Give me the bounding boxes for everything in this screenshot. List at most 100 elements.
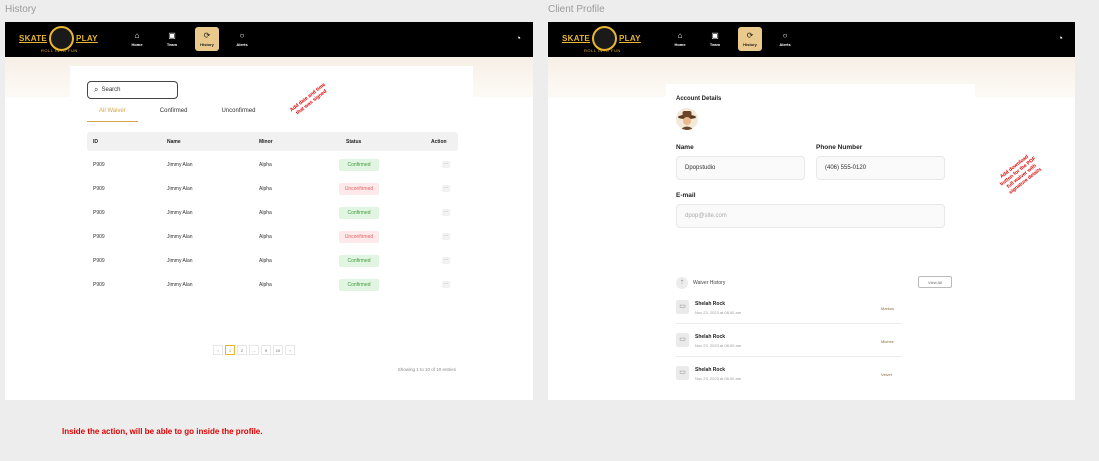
history-icon: ⟳ (746, 31, 754, 40)
history-status: Markus (881, 306, 895, 311)
row-name: Jimmy Alan (167, 210, 193, 216)
pagination-ellipsis: ... (249, 345, 259, 355)
status-badge: Unconfirmed (339, 231, 379, 243)
status-badge: Confirmed (339, 255, 379, 267)
pagination-page-10[interactable]: 10 (273, 345, 283, 355)
list-item[interactable]: ▭ Shelah Rock Nov 23, 2023 at 08.00 am M… (676, 298, 902, 324)
nav-alerts[interactable]: ○ Alerts (230, 27, 254, 51)
status-badge: Confirmed (339, 159, 379, 171)
history-date: Nov 23, 2023 at 08.00 am (695, 376, 742, 381)
brand-word-left: SKATE (562, 34, 591, 43)
brand-word-right: PLAY (76, 34, 98, 43)
brand-logo[interactable]: SKATE PLAY ROLL INTO FUN (19, 26, 101, 53)
history-name: Shelah Rock (695, 334, 726, 340)
entries-count: Showing 1 to 10 of 10 entries (397, 367, 456, 372)
column-name: Name (167, 139, 181, 145)
search-input[interactable]: ⌕ Search (87, 81, 178, 99)
home-icon: ⌂ (677, 31, 683, 40)
nav-alerts[interactable]: ○ Alerts (773, 27, 797, 51)
nav-history[interactable]: ⟳ History (738, 27, 762, 51)
status-badge: Confirmed (339, 279, 379, 291)
brand-tagline: ROLL INTO FUN (41, 48, 78, 53)
nav-home[interactable]: ⌂ Home (125, 27, 149, 51)
name-label: Name (676, 144, 694, 151)
history-frame: SKATE PLAY ROLL INTO FUN ⌂ Home ▣ Team ⟳ Hi… (5, 22, 533, 400)
table-row: P909 Jimmy Alan Alpha Confirmed ··· (87, 255, 458, 267)
pagination-page-1[interactable]: 1 (225, 345, 235, 355)
history-status: Velvet (881, 372, 892, 377)
row-id: P909 (93, 258, 105, 264)
date-time-annotation: Add date and time that was signed (288, 81, 329, 117)
team-icon: ▣ (711, 31, 719, 40)
main-nav: ⌂ Home ▣ Team ⟳ History ○ Alerts (668, 27, 808, 51)
row-action-button[interactable]: ··· (442, 233, 450, 240)
nav-history[interactable]: ⟳ History (195, 27, 219, 51)
pagination-next-button[interactable]: › (285, 345, 295, 355)
team-icon: ▣ (168, 31, 176, 40)
row-action-button[interactable]: ··· (442, 161, 450, 168)
table-row: P909 Jimmy Alan Alpha Unconfirmed ··· (87, 231, 458, 243)
waiver-history-title: Waiver History (693, 280, 726, 286)
cowboy-avatar-icon (678, 111, 696, 130)
row-id: P909 (93, 282, 105, 288)
alerts-icon: ○ (239, 31, 245, 40)
download-pdf-annotation: Add download button for the PDF full wai… (998, 153, 1043, 196)
row-name: Jimmy Alan (167, 258, 193, 264)
row-minor: Alpha (259, 186, 272, 192)
home-icon: ⌂ (134, 31, 140, 40)
history-date: Nov 23, 2023 at 08.00 am (695, 310, 742, 315)
nav-home[interactable]: ⌂ Home (668, 27, 692, 51)
phone-field[interactable]: (406) 555-0120 (816, 156, 945, 180)
row-id: P909 (93, 210, 105, 216)
document-icon: ▭ (676, 366, 689, 380)
search-placeholder: Search (101, 87, 121, 93)
avatar (676, 108, 698, 130)
table-row: P909 Jimmy Alan Alpha Confirmed ··· (87, 207, 458, 219)
list-item[interactable]: ▭ Shelah Rock Nov 23, 2023 at 08.00 am V… (676, 364, 902, 390)
phone-label: Phone Number (816, 144, 863, 151)
brand-word-left: SKATE (19, 34, 48, 43)
row-id: P909 (93, 162, 105, 168)
column-status: Status (346, 139, 362, 145)
row-action-button[interactable]: ··· (442, 185, 450, 192)
row-minor: Alpha (259, 234, 272, 240)
row-minor: Alpha (259, 162, 272, 168)
row-name: Jimmy Alan (167, 234, 193, 240)
pagination-page-2[interactable]: 2 (237, 345, 247, 355)
list-item[interactable]: ▭ Shelah Rock Nov 23, 2023 at 08.00 am M… (676, 331, 902, 357)
history-status: Michee (881, 339, 894, 344)
pagination-prev-button[interactable]: ‹ (213, 345, 223, 355)
row-action-button[interactable]: ··· (442, 209, 450, 216)
top-navbar: SKATE PLAY ROLL INTO FUN ⌂ Home ▣ Team ⟳ Hi… (548, 22, 1075, 57)
account-details-title: Account Details (676, 96, 722, 102)
row-id: P909 (93, 234, 105, 240)
nav-team[interactable]: ▣ Team (160, 27, 184, 51)
column-action: Action (431, 139, 447, 145)
row-name: Jimmy Alan (167, 186, 193, 192)
tab-confirmed[interactable]: Confirmed (148, 108, 200, 122)
brand-tagline: ROLL INTO FUN (584, 48, 621, 53)
profile-frame: SKATE PLAY ROLL INTO FUN ⌂ Home ▣ Team ⟳ Hi… (548, 22, 1075, 400)
history-icon: ⟳ (203, 31, 211, 40)
row-action-button[interactable]: ··· (442, 281, 450, 288)
email-field[interactable]: dpop@site.com (676, 204, 945, 228)
top-navbar: SKATE PLAY ROLL INTO FUN ⌂ Home ▣ Team ⟳ Hi… (5, 22, 533, 57)
pagination-page-9[interactable]: 9 (261, 345, 271, 355)
waiver-tabs: All Waiver Confirmed Unconfirmed (87, 108, 277, 122)
bell-icon[interactable]: ◔ (516, 33, 521, 43)
brand-logo[interactable]: SKATE PLAY ROLL INTO FUN (562, 26, 644, 53)
table-header: ID Name Minor Status Action (87, 132, 458, 151)
table-row: P909 Jimmy Alan Alpha Confirmed ··· (87, 279, 458, 291)
view-all-button[interactable]: View All (918, 276, 952, 288)
row-action-button[interactable]: ··· (442, 257, 450, 264)
alerts-icon: ○ (782, 31, 788, 40)
history-date: Nov 23, 2023 at 08.00 am (695, 343, 742, 348)
footer-annotation: Inside the action, will be able to go in… (62, 427, 263, 436)
tab-all-waiver[interactable]: All Waiver (87, 108, 138, 122)
bell-icon[interactable]: ◔ (1058, 33, 1063, 43)
account-details-card: Account Details Name Dpopstudio Phone Nu… (666, 84, 975, 381)
status-badge: Unconfirmed (339, 183, 379, 195)
nav-team[interactable]: ▣ Team (703, 27, 727, 51)
name-field[interactable]: Dpopstudio (676, 156, 805, 180)
tab-unconfirmed[interactable]: Unconfirmed (209, 108, 267, 122)
